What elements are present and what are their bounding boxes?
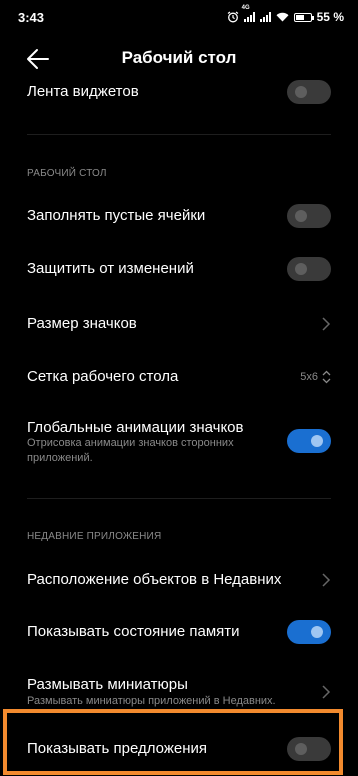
page-title: Рабочий стол: [121, 48, 237, 67]
grid-row[interactable]: Сетка рабочего стола 5x6: [0, 365, 358, 389]
icon-size-label: Размер значков: [27, 315, 137, 332]
protect-label: Защитить от изменений: [27, 260, 194, 277]
up-down-icon: [322, 370, 331, 384]
battery-icon: [293, 12, 314, 22]
header: Рабочий стол: [0, 34, 358, 84]
blur-sub: Размывать миниатюры приложений в Недавни…: [27, 695, 276, 707]
fill-empty-label: Заполнять пустые ячейки: [27, 207, 206, 224]
signal-4g-icon: 4G: [242, 5, 255, 22]
global-anim-label: Глобальные анимации значков: [27, 419, 244, 436]
section-recent: НЕДАВНИЕ ПРИЛОЖЕНИЯ: [27, 531, 162, 542]
status-icons: 4G 55 %: [227, 5, 344, 24]
memory-row[interactable]: Показывать состояние памяти: [0, 620, 358, 644]
wifi-icon: [276, 12, 289, 22]
alarm-icon: [227, 11, 239, 23]
chevron-right-icon: [322, 685, 331, 699]
status-time: 3:43: [18, 9, 45, 25]
fill-empty-row[interactable]: Заполнять пустые ячейки: [0, 204, 358, 228]
blur-row[interactable]: Размывать миниатюры Размывать миниатюры …: [0, 674, 358, 710]
icon-size-row[interactable]: Размер значков: [0, 312, 358, 336]
signal-icon: [259, 12, 271, 22]
chevron-right-icon: [322, 573, 331, 587]
divider: [27, 498, 331, 499]
memory-toggle[interactable]: [287, 620, 331, 644]
highlight-box: [3, 709, 343, 775]
grid-label: Сетка рабочего стола: [27, 368, 179, 385]
protect-row[interactable]: Защитить от изменений: [0, 257, 358, 281]
global-anim-toggle[interactable]: [287, 429, 331, 453]
battery-percent: 55 %: [316, 10, 344, 24]
chevron-right-icon: [322, 317, 331, 331]
section-desktop: РАБОЧИЙ СТОЛ: [27, 168, 107, 179]
layout-recent-label: Расположение объектов в Недавних: [27, 571, 282, 588]
widgets-row[interactable]: Лента виджетов: [0, 80, 358, 104]
layout-recent-row[interactable]: Расположение объектов в Недавних: [0, 568, 358, 592]
protect-toggle[interactable]: [287, 257, 331, 281]
fill-empty-toggle[interactable]: [287, 204, 331, 228]
global-anim-sub: Отрисовка анимации значков сторонних при…: [27, 437, 234, 464]
blur-label: Размывать миниатюры: [27, 676, 188, 693]
grid-value: 5x6: [300, 371, 318, 383]
divider: [27, 134, 331, 135]
global-anim-row[interactable]: Глобальные анимации значков Отрисовка ан…: [0, 416, 358, 466]
status-bar: 3:43 4G 55 %: [0, 0, 358, 34]
grid-stepper[interactable]: 5x6: [300, 370, 331, 384]
widgets-toggle[interactable]: [287, 80, 331, 104]
memory-label: Показывать состояние памяти: [27, 623, 240, 640]
widgets-label: Лента виджетов: [27, 83, 139, 100]
